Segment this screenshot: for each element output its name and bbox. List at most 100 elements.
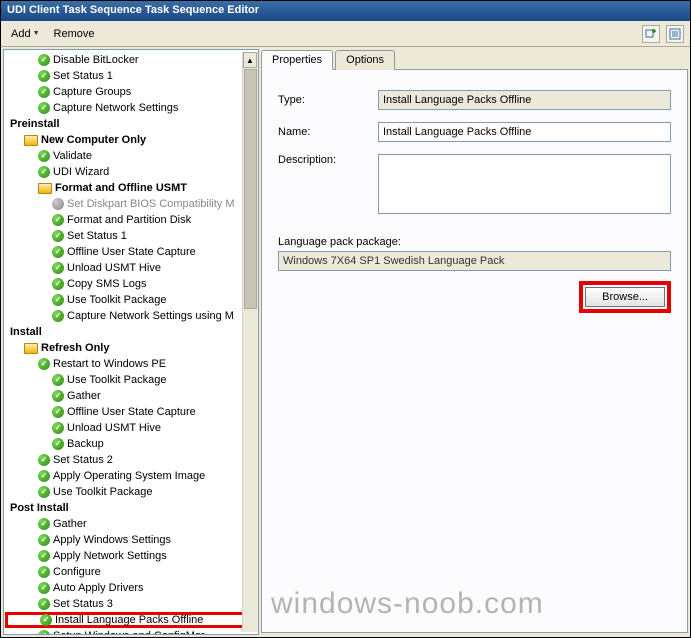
tree-item[interactable]: Unload USMT Hive [6, 260, 259, 276]
tree-item-label: Unload USMT Hive [67, 262, 161, 274]
tree-folder[interactable]: Refresh Only [6, 340, 259, 356]
browse-highlight: Browse... [579, 281, 671, 313]
tree-item[interactable]: Format and Partition Disk [6, 212, 259, 228]
check-icon [38, 486, 50, 498]
check-icon [38, 454, 50, 466]
check-icon [38, 550, 50, 562]
tree-item-label: Offline User State Capture [67, 406, 196, 418]
details-pane: Properties Options Type: Name: Descripti… [261, 49, 688, 635]
tree-item[interactable]: Capture Network Settings [6, 100, 259, 116]
description-field[interactable] [378, 154, 671, 214]
tree-section-header[interactable]: Install [6, 324, 259, 340]
check-icon [52, 310, 64, 322]
check-icon [38, 582, 50, 594]
tree-item[interactable]: Gather [6, 516, 259, 532]
task-sequence-tree[interactable]: Disable BitLocker Set Status 1 Capture Gro… [3, 49, 259, 635]
tree-item-label: Restart to Windows PE [53, 358, 166, 370]
properties-icon[interactable] [666, 25, 684, 43]
check-icon [38, 166, 50, 178]
check-icon [38, 86, 50, 98]
check-icon [52, 294, 64, 306]
tree-item-label: Format and Partition Disk [67, 214, 191, 226]
check-icon [52, 278, 64, 290]
tree-item-label: Use Toolkit Package [53, 486, 152, 498]
tab-strip: Properties Options [261, 50, 688, 70]
tree-folder[interactable]: Format and Offline USMT [6, 180, 259, 196]
check-icon [38, 470, 50, 482]
tree-item[interactable]: Set Status 3 [6, 596, 259, 612]
tree-item[interactable]: Backup [6, 436, 259, 452]
tree-item[interactable]: Configure [6, 564, 259, 580]
tree-folder-label: Refresh Only [41, 342, 109, 354]
tree-item[interactable]: Use Toolkit Package [6, 484, 259, 500]
new-group-icon[interactable] [642, 25, 660, 43]
tree-item[interactable]: Capture Groups [6, 84, 259, 100]
tree-folder[interactable]: New Computer Only [6, 132, 259, 148]
tree-item-label: Apply Network Settings [53, 550, 167, 562]
tree-item[interactable]: Restart to Windows PE [6, 356, 259, 372]
check-icon [52, 422, 64, 434]
tree-scrollbar[interactable]: ▲ [242, 52, 258, 632]
tree-item[interactable]: Auto Apply Drivers [6, 580, 259, 596]
tree-item[interactable]: UDI Wizard [6, 164, 259, 180]
name-field[interactable] [378, 122, 671, 142]
browse-label: Browse... [602, 291, 648, 303]
tree-item[interactable]: Set Status 1 [6, 228, 259, 244]
tree-item[interactable]: Set Status 2 [6, 452, 259, 468]
tree-item[interactable]: Setup Windows and ConfigMgr [6, 628, 259, 635]
tree-item[interactable]: Apply Network Settings [6, 548, 259, 564]
properties-panel: Type: Name: Description: Language pack p… [261, 69, 688, 633]
tree-item-label: Gather [53, 518, 87, 530]
remove-label: Remove [54, 28, 95, 40]
tab-options[interactable]: Options [335, 50, 395, 70]
tree-item[interactable]: Set Diskpart BIOS Compatibility M [6, 196, 259, 212]
window-titlebar: UDI Client Task Sequence Task Sequence E… [1, 1, 690, 21]
check-icon [52, 214, 64, 226]
tree-item-label: UDI Wizard [53, 166, 109, 178]
tree-item[interactable]: Set Status 1 [6, 68, 259, 84]
browse-button[interactable]: Browse... [585, 287, 665, 307]
tree-item[interactable]: Capture Network Settings using M [6, 308, 259, 324]
tab-options-label: Options [346, 54, 384, 66]
tree-item-label: Set Status 1 [67, 230, 127, 242]
tree-item[interactable]: Install Language Packs Offline [5, 612, 259, 628]
tree-item[interactable]: Disable BitLocker [6, 52, 259, 68]
check-icon [52, 262, 64, 274]
check-icon [38, 598, 50, 610]
folder-icon [24, 135, 38, 146]
tree-item[interactable]: Gather [6, 388, 259, 404]
check-icon [52, 230, 64, 242]
tab-properties[interactable]: Properties [261, 50, 333, 70]
package-label: Language pack package: [278, 236, 671, 248]
tree-item-label: Install Language Packs Offline [55, 614, 203, 626]
tree-item[interactable]: Validate [6, 148, 259, 164]
tree-item-label: Disable BitLocker [53, 54, 139, 66]
check-icon [38, 54, 50, 66]
tree-section-header[interactable]: Preinstall [6, 116, 259, 132]
check-icon [38, 358, 50, 370]
tree-item[interactable]: Offline User State Capture [6, 404, 259, 420]
tree-item[interactable]: Unload USMT Hive [6, 420, 259, 436]
tree-item-label: Auto Apply Drivers [53, 582, 143, 594]
tree-item[interactable]: Apply Windows Settings [6, 532, 259, 548]
dropdown-arrow-icon: ▼ [33, 30, 40, 37]
check-icon [52, 374, 64, 386]
add-menu[interactable]: Add ▼ [7, 26, 44, 42]
tree-folder-label: New Computer Only [41, 134, 146, 146]
tree-item-label: Set Status 3 [53, 598, 113, 610]
scroll-up-icon[interactable]: ▲ [243, 52, 257, 68]
tab-properties-label: Properties [272, 54, 322, 66]
gear-icon [52, 198, 64, 210]
tree-item-label: Backup [67, 438, 104, 450]
tree-item[interactable]: Use Toolkit Package [6, 372, 259, 388]
tree-item-label: Apply Operating System Image [53, 470, 205, 482]
tree-item[interactable]: Apply Operating System Image [6, 468, 259, 484]
tree-item-label: Capture Groups [53, 86, 131, 98]
scroll-thumb[interactable] [244, 69, 257, 309]
tree-item[interactable]: Offline User State Capture [6, 244, 259, 260]
tree-item[interactable]: Use Toolkit Package [6, 292, 259, 308]
tree-section-header[interactable]: Post Install [6, 500, 259, 516]
tree-item[interactable]: Copy SMS Logs [6, 276, 259, 292]
remove-button[interactable]: Remove [50, 26, 99, 42]
tree-item-label: Configure [53, 566, 101, 578]
